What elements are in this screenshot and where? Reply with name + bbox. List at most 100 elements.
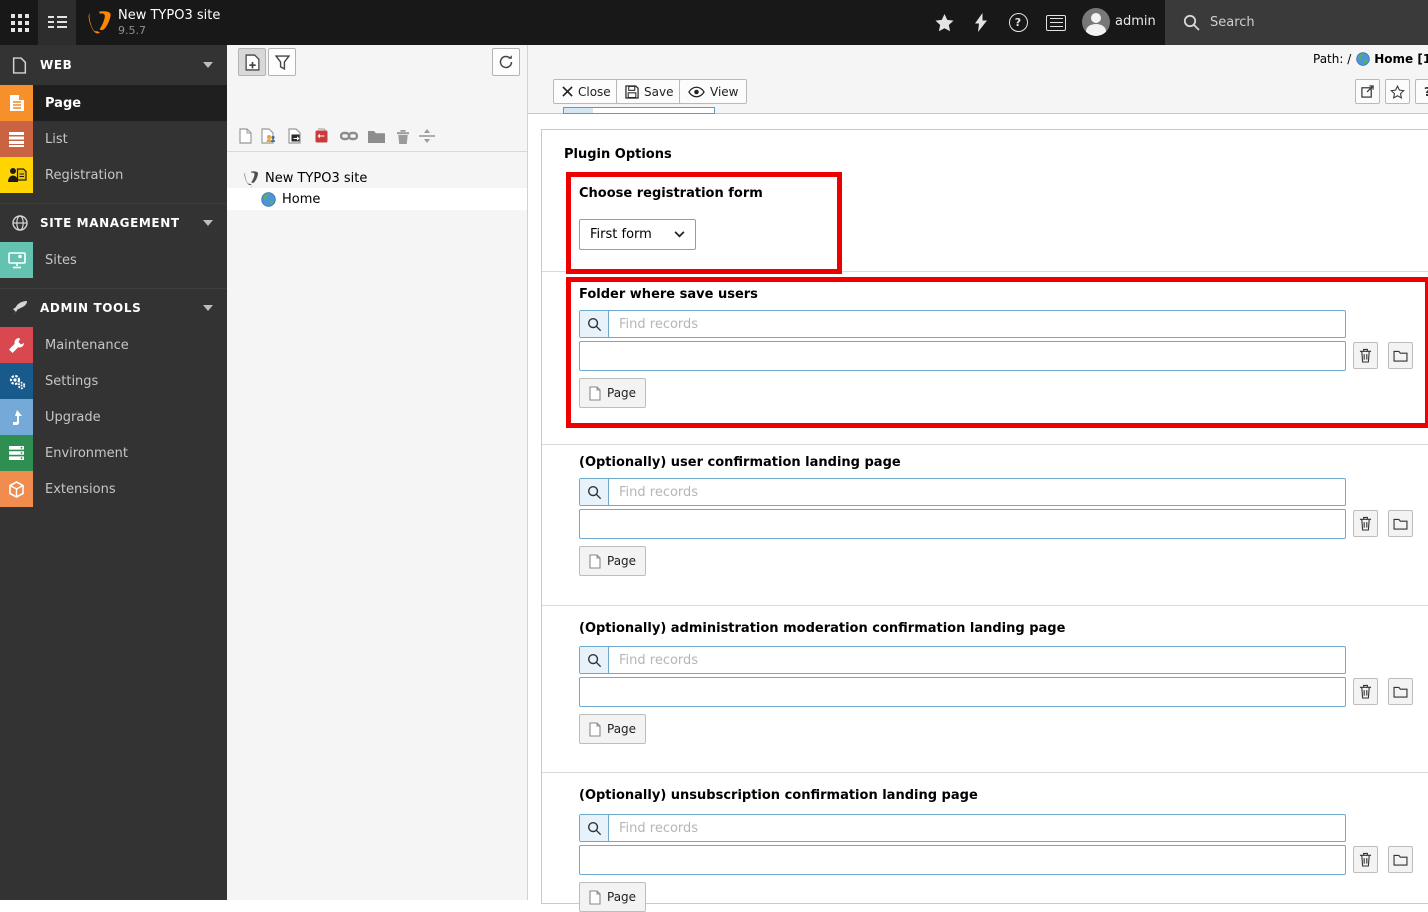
tree-node-label: Home: [282, 191, 321, 207]
drag-link-icon[interactable]: [339, 126, 359, 146]
field-label-admin-moderation-confirmation: (Optionally) administration moderation c…: [579, 621, 1066, 636]
add-page-record-button[interactable]: Page: [579, 378, 647, 408]
globe-page-icon: [1356, 52, 1371, 66]
folder-icon: [1393, 854, 1408, 866]
module-item-page[interactable]: Page: [0, 85, 227, 121]
module-item-settings[interactable]: Settings: [0, 363, 227, 399]
trash-icon: [1359, 684, 1372, 699]
add-page-record-button[interactable]: Page: [579, 546, 647, 576]
module-item-list[interactable]: List: [0, 121, 227, 157]
save-icon: [625, 84, 639, 99]
drag-new-external-link-page-icon[interactable]: [311, 126, 331, 146]
module-item-label: Settings: [45, 373, 99, 389]
record-search-button[interactable]: [580, 311, 609, 337]
trash-icon: [1359, 348, 1372, 363]
selected-records-listbox[interactable]: [579, 509, 1346, 539]
topbar-site-title[interactable]: New TYPO3 site: [118, 8, 220, 23]
typo3-backend: { "topbar": { "site_title": "New TYPO3 s…: [0, 0, 1428, 912]
module-item-upgrade[interactable]: Upgrade: [0, 399, 227, 435]
module-group-label: ADMIN TOOLS: [40, 301, 142, 315]
new-page-button[interactable]: [238, 48, 266, 76]
refresh-tree-button[interactable]: [492, 48, 520, 76]
browse-folder-button[interactable]: [1388, 846, 1413, 873]
globe-icon: [12, 215, 28, 231]
module-item-environment[interactable]: Environment: [0, 435, 227, 471]
tree-root-node[interactable]: New TYPO3 site: [227, 167, 527, 189]
tab-sliver-active[interactable]: [563, 107, 594, 114]
username-label[interactable]: admin: [1115, 14, 1156, 29]
help-button[interactable]: ?: [1000, 0, 1036, 45]
module-item-label: List: [45, 131, 68, 147]
browse-folder-button[interactable]: [1388, 678, 1413, 705]
module-grid-toggle-button[interactable]: [4, 0, 36, 45]
module-group-admin-tools[interactable]: ADMIN TOOLS: [0, 288, 227, 327]
view-button[interactable]: View: [679, 79, 748, 104]
field-label-folder-save-users: Folder where save users: [579, 287, 758, 302]
browse-folder-button[interactable]: [1388, 342, 1413, 369]
pagetree-toggle-button[interactable]: [38, 0, 76, 45]
topbar-search[interactable]: Search: [1165, 0, 1428, 45]
drag-divider-icon[interactable]: [417, 126, 437, 146]
clear-cache-button[interactable]: [963, 0, 999, 45]
drag-new-users-page-icon[interactable]: [259, 126, 279, 146]
search-icon: [1183, 14, 1200, 31]
add-page-record-label: Page: [607, 890, 637, 904]
drag-new-shortcut-page-icon[interactable]: [285, 126, 305, 146]
field-label-user-confirmation: (Optionally) user confirmation landing p…: [579, 455, 901, 470]
divider: [542, 772, 1428, 773]
module-item-sites[interactable]: Sites: [0, 242, 227, 278]
bookmark-button[interactable]: [926, 0, 962, 45]
help-doc-button[interactable]: ?: [1415, 79, 1428, 104]
record-search-group: [579, 646, 1346, 674]
record-search-button[interactable]: [580, 647, 609, 673]
add-page-record-label: Page: [607, 386, 637, 400]
record-search-group: [579, 478, 1346, 506]
find-records-input[interactable]: [609, 311, 1345, 337]
drag-new-page-icon[interactable]: [235, 126, 255, 146]
record-search-button[interactable]: [580, 815, 609, 841]
add-page-record-button[interactable]: Page: [579, 882, 647, 912]
filter-button[interactable]: [268, 48, 296, 76]
tab-sliver[interactable]: [593, 107, 715, 114]
bookmark-page-button[interactable]: [1385, 79, 1410, 104]
settings-module-icon: [0, 363, 33, 399]
drag-folder-icon[interactable]: [366, 126, 386, 146]
browse-folder-button[interactable]: [1388, 510, 1413, 537]
tree-node-home[interactable]: Home: [227, 188, 527, 210]
folder-icon: [1393, 686, 1408, 698]
path-current-page[interactable]: Home [1]: [1374, 52, 1428, 66]
remove-record-button[interactable]: [1353, 678, 1378, 705]
close-button[interactable]: Close: [553, 79, 620, 104]
open-in-new-window-button[interactable]: [1355, 79, 1380, 104]
selected-records-listbox[interactable]: [579, 677, 1346, 707]
star-icon: [935, 13, 953, 31]
registration-form-select[interactable]: First form: [579, 219, 696, 250]
module-group-site-management[interactable]: SITE MANAGEMENT: [0, 203, 227, 242]
module-item-registration[interactable]: Registration: [0, 157, 227, 193]
module-item-extensions[interactable]: Extensions: [0, 471, 227, 507]
selected-records-listbox[interactable]: [579, 845, 1346, 875]
module-item-maintenance[interactable]: Maintenance: [0, 327, 227, 363]
record-search-button[interactable]: [580, 479, 609, 505]
chevron-down-icon: [674, 231, 685, 238]
find-records-input[interactable]: [609, 479, 1345, 505]
save-button[interactable]: Save: [616, 79, 683, 104]
selected-records-listbox[interactable]: [579, 341, 1346, 371]
drag-trash-icon[interactable]: [393, 126, 413, 146]
system-information-button[interactable]: [1038, 0, 1074, 45]
breadcrumb-path: Path: / Home [1]: [1313, 52, 1428, 66]
module-group-web[interactable]: WEB: [0, 45, 227, 85]
add-page-record-button[interactable]: Page: [579, 714, 647, 744]
avatar[interactable]: [1082, 8, 1110, 36]
avatar-person-icon: [1091, 13, 1101, 23]
remove-record-button[interactable]: [1353, 510, 1378, 537]
find-records-input[interactable]: [609, 815, 1345, 841]
topbar: New TYPO3 site 9.5.7 ? admin Search: [0, 0, 1428, 45]
sites-module-icon: [0, 242, 33, 278]
select-value: First form: [590, 227, 652, 242]
folder-icon: [1393, 350, 1408, 362]
find-records-input[interactable]: [609, 647, 1345, 673]
remove-record-button[interactable]: [1353, 342, 1378, 369]
remove-record-button[interactable]: [1353, 846, 1378, 873]
module-item-label: Maintenance: [45, 337, 129, 353]
